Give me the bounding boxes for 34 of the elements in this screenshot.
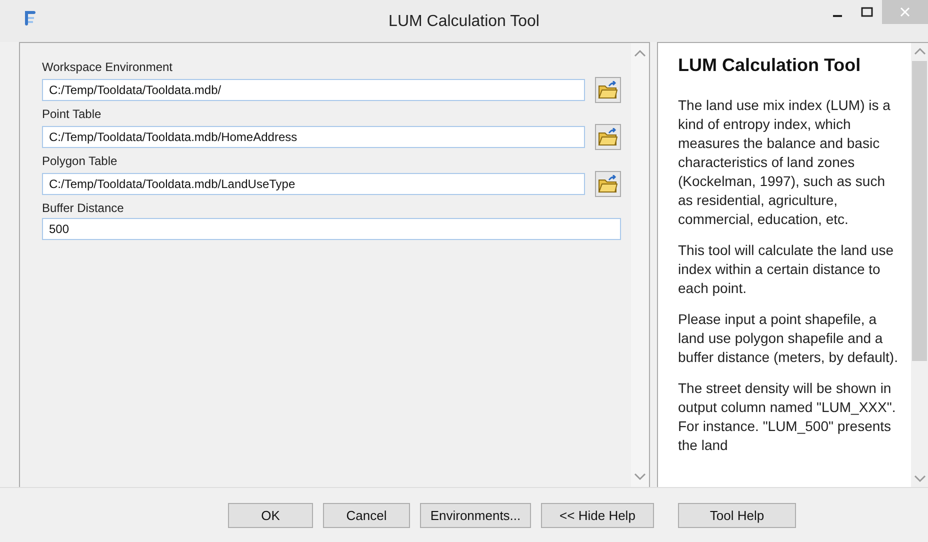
- dialog-button[interactable]: << Hide Help: [541, 502, 654, 528]
- parameter-field[interactable]: C:/Temp/Tooldata/Tooldata.mdb/LandUseType: [42, 173, 585, 195]
- help-paragraph: This tool will calculate the land use index within a certain distance to each point.: [678, 241, 895, 298]
- scroll-down-icon[interactable]: [634, 473, 646, 481]
- help-paragraph: The street density will be shown in output column named "LUM_XXX". For instance. "LUM_500" presents the land: [678, 379, 897, 455]
- help-title: LUM Calculation Tool: [678, 55, 862, 76]
- scroll-up-icon[interactable]: [634, 49, 646, 57]
- parameter-label: Point Table: [42, 107, 102, 121]
- scroll-down-icon[interactable]: [914, 475, 926, 483]
- window-title: LUM Calculation Tool: [388, 13, 540, 31]
- app-icon: [22, 9, 38, 27]
- dialog-button[interactable]: Cancel: [323, 502, 410, 528]
- dialog-button[interactable]: Tool Help: [678, 502, 796, 528]
- help-paragraph: The land use mix index (LUM) is a kind of entropy index, which measures the balance and basic characteristics of land zones (Kockelman, 1997), such as such as residential, agriculture, commercial, education, etc.: [678, 96, 892, 229]
- dialog-button[interactable]: OK: [228, 502, 313, 528]
- folder-icon: [598, 175, 618, 193]
- browse-button[interactable]: [595, 124, 621, 150]
- scrollbar-thumb[interactable]: [912, 61, 927, 361]
- parameter-label: Workspace Environment: [42, 60, 174, 74]
- folder-icon: [598, 128, 618, 146]
- help-paragraph: Please input a point shapefile, a land use polygon shapefile and a buffer distance (meters, by default).: [678, 310, 899, 367]
- parameter-label: Polygon Table: [42, 154, 118, 168]
- close-icon: [900, 7, 910, 17]
- dialog-button[interactable]: Environments...: [420, 502, 531, 528]
- scroll-up-icon[interactable]: [914, 47, 926, 55]
- parameter-label: Buffer Distance: [42, 201, 125, 215]
- browse-button[interactable]: [595, 77, 621, 103]
- parameter-field[interactable]: C:/Temp/Tooldata/Tooldata.mdb/HomeAddress: [42, 126, 585, 148]
- folder-icon: [598, 81, 618, 99]
- parameter-field[interactable]: 500: [42, 218, 621, 240]
- parameter-field[interactable]: C:/Temp/Tooldata/Tooldata.mdb/: [42, 79, 585, 101]
- maximize-icon: [861, 7, 873, 17]
- browse-button[interactable]: [595, 171, 621, 197]
- minimize-icon: [832, 15, 842, 17]
